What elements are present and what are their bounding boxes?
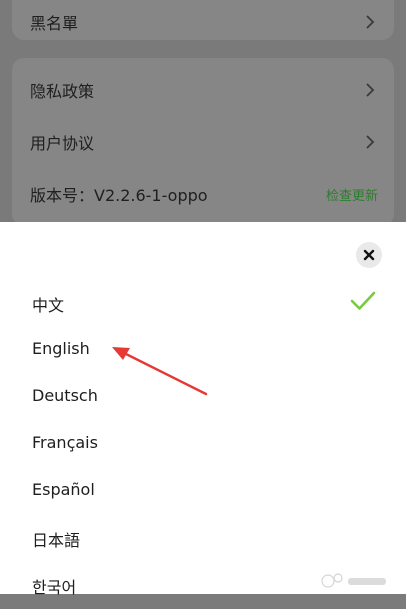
language-label: 한국어	[32, 578, 77, 597]
language-option-english[interactable]: English	[0, 327, 406, 374]
settings-card-blacklist: 黑名單	[12, 0, 394, 40]
checkmark-icon	[350, 290, 376, 312]
check-update-button[interactable]: 检查更新	[326, 185, 378, 204]
settings-row-version: 版本号：V2.2.6-1-oppo 检查更新	[12, 176, 394, 212]
settings-row-agreement[interactable]: 用户协议	[12, 124, 394, 160]
language-option-spanish[interactable]: Español	[0, 468, 406, 515]
language-label: 中文	[32, 296, 65, 315]
watermark-logo-icon	[321, 573, 386, 588]
language-sheet: 中文 English Deutsch Français Español 日本語 …	[0, 222, 406, 597]
settings-row-privacy[interactable]: 隐私政策	[12, 72, 394, 108]
chevron-right-icon	[364, 14, 376, 30]
close-button[interactable]	[356, 242, 382, 268]
language-list: 中文 English Deutsch Français Español 日本語 …	[0, 280, 406, 609]
language-label: 日本語	[32, 531, 81, 550]
language-option-chinese[interactable]: 中文	[0, 280, 406, 327]
chevron-right-icon	[364, 134, 376, 150]
settings-row-blacklist[interactable]: 黑名單	[12, 4, 394, 40]
language-label: Español	[32, 480, 95, 499]
chevron-right-icon	[364, 82, 376, 98]
settings-card-about: 隐私政策 用户协议 版本号：V2.2.6-1-oppo 检查更新	[12, 58, 394, 226]
language-label: Deutsch	[32, 386, 98, 405]
blacklist-label: 黑名單	[30, 14, 79, 33]
language-option-german[interactable]: Deutsch	[0, 374, 406, 421]
version-label: 版本号：V2.2.6-1-oppo	[30, 186, 208, 205]
privacy-policy-label: 隐私政策	[30, 82, 95, 101]
user-agreement-label: 用户协议	[30, 134, 95, 153]
settings-page-overlay[interactable]: 黑名單 隐私政策 用户协议 版本号：V2.2.6-1-oppo 检查更新	[0, 0, 406, 228]
close-icon	[363, 249, 375, 261]
language-label: Français	[32, 433, 98, 452]
language-option-japanese[interactable]: 日本語	[0, 515, 406, 562]
language-option-french[interactable]: Français	[0, 421, 406, 468]
language-label: English	[32, 339, 90, 358]
